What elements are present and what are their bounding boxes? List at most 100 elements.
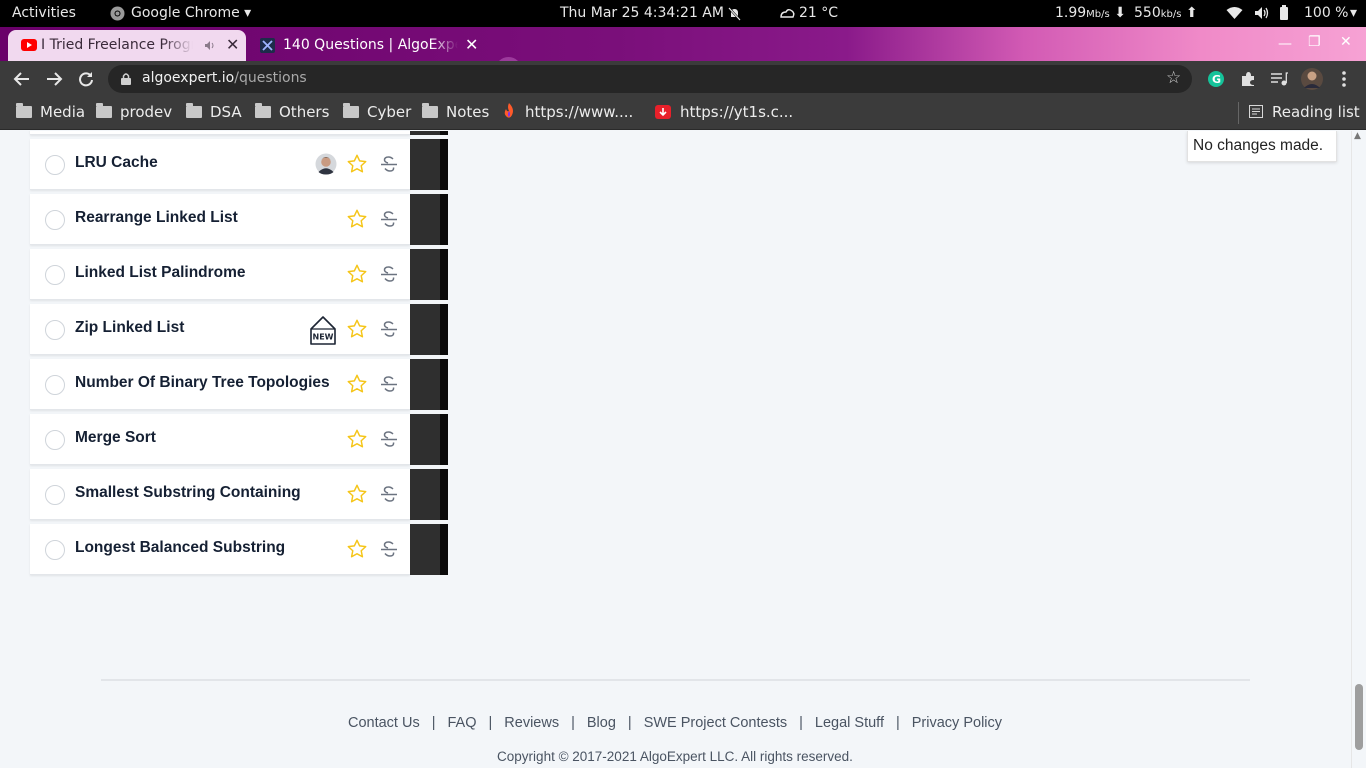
question-row[interactable]: Rearrange Linked List (30, 194, 448, 245)
tab-youtube[interactable]: I Tried Freelance Programming ✕ (8, 30, 246, 61)
question-title[interactable]: Rearrange Linked List (75, 209, 238, 227)
star-icon[interactable] (346, 263, 368, 289)
question-title[interactable]: Smallest Substring Containing (75, 484, 301, 502)
question-title[interactable]: Longest Balanced Substring (75, 539, 285, 557)
question-title[interactable]: Merge Sort (75, 429, 156, 447)
system-menu-icon[interactable]: ▾ (1350, 5, 1357, 21)
completion-checkbox[interactable] (45, 375, 65, 395)
strikethrough-icon[interactable] (380, 540, 398, 562)
strikethrough-icon[interactable] (380, 485, 398, 507)
footer-link-legal-stuff[interactable]: Legal Stuff (815, 715, 884, 731)
footer-link-privacy-policy[interactable]: Privacy Policy (912, 715, 1002, 731)
star-icon[interactable] (346, 428, 368, 454)
algoexpert-icon (260, 38, 275, 53)
question-row[interactable]: Longest Balanced Substring (30, 524, 448, 575)
maximize-window-icon[interactable]: ❐ (1308, 34, 1321, 50)
completion-checkbox[interactable] (45, 210, 65, 230)
address-bar[interactable]: algoexpert.io/questions ☆ (108, 65, 1192, 93)
bookmark-folder-media[interactable]: Media (16, 103, 85, 121)
question-title[interactable]: LRU Cache (75, 154, 158, 172)
footer-link-reviews[interactable]: Reviews (504, 715, 559, 731)
question-row[interactable]: Smallest Substring Containing (30, 469, 448, 520)
question-row[interactable]: Linked List Palindrome (30, 249, 448, 300)
close-tab-icon[interactable]: ✕ (465, 35, 478, 54)
question-title[interactable]: Zip Linked List (75, 319, 184, 337)
question-row[interactable]: Merge Sort (30, 414, 448, 465)
scrollbar-thumb[interactable] (1355, 684, 1363, 750)
question-row[interactable]: Zip Linked List NEW (30, 304, 448, 355)
footer-link-contact-us[interactable]: Contact Us (348, 715, 420, 731)
bookmark-label: https://yt1s.c... (680, 103, 794, 121)
completion-checkbox[interactable] (45, 540, 65, 560)
copyright-text: Copyright © 2017-2021 AlgoExpert LLC. Al… (497, 749, 853, 764)
question-card[interactable] (30, 131, 410, 135)
completion-checkbox[interactable] (45, 320, 65, 340)
question-card[interactable]: Linked List Palindrome (30, 249, 410, 300)
back-icon[interactable] (13, 71, 31, 87)
strikethrough-icon[interactable] (380, 320, 398, 342)
question-card[interactable]: Smallest Substring Containing (30, 469, 410, 520)
tab-algoexpert[interactable]: 140 Questions | AlgoExpert ✕ (250, 30, 486, 61)
reading-list-button[interactable]: Reading list (1249, 103, 1360, 121)
star-icon[interactable] (346, 153, 368, 179)
minimize-window-icon[interactable]: — (1278, 36, 1292, 52)
profile-avatar[interactable] (1301, 68, 1323, 90)
bookmark-folder-dsa[interactable]: DSA (186, 103, 242, 121)
question-card[interactable]: LRU Cache (30, 139, 410, 190)
question-row[interactable] (30, 131, 448, 135)
bookmark-link-www[interactable]: https://www.... (503, 103, 633, 121)
question-card[interactable]: Longest Balanced Substring (30, 524, 410, 575)
question-card[interactable]: Rearrange Linked List (30, 194, 410, 245)
strikethrough-icon[interactable] (380, 375, 398, 397)
app-menu[interactable]: Google Chrome ▾ (131, 5, 251, 21)
footer-link-blog[interactable]: Blog (587, 715, 616, 731)
star-icon[interactable] (346, 208, 368, 234)
completion-checkbox[interactable] (45, 485, 65, 505)
bookmark-folder-prodev[interactable]: prodev (96, 103, 172, 121)
footer-divider (101, 679, 1250, 681)
question-row[interactable]: LRU Cache (30, 139, 448, 190)
close-window-icon[interactable]: ✕ (1340, 34, 1352, 50)
question-row[interactable]: Number Of Binary Tree Topologies (30, 359, 448, 410)
strikethrough-icon[interactable] (380, 430, 398, 452)
footer-link-faq[interactable]: FAQ (448, 715, 477, 731)
battery-icon[interactable] (1279, 5, 1289, 21)
audio-playing-icon[interactable] (204, 40, 217, 51)
reload-icon[interactable] (78, 71, 94, 87)
media-controls-icon[interactable] (1271, 72, 1288, 86)
clock[interactable]: Thu Mar 25 4:34:21 AM (560, 5, 724, 21)
close-tab-icon[interactable]: ✕ (226, 35, 239, 54)
star-icon[interactable] (346, 318, 368, 344)
volume-icon[interactable] (1254, 6, 1270, 20)
completion-checkbox[interactable] (45, 265, 65, 285)
wifi-icon[interactable] (1226, 6, 1243, 20)
completion-checkbox[interactable] (45, 430, 65, 450)
question-title[interactable]: Number Of Binary Tree Topologies (75, 374, 330, 392)
strikethrough-icon[interactable] (380, 210, 398, 232)
bookmark-star-icon[interactable]: ☆ (1166, 68, 1181, 88)
bookmark-folder-cyber[interactable]: Cyber (343, 103, 411, 121)
question-card[interactable]: Zip Linked List NEW (30, 304, 410, 355)
star-icon[interactable] (346, 373, 368, 399)
browser-toolbar: algoexpert.io/questions ☆ G (0, 61, 1366, 97)
question-card[interactable]: Number Of Binary Tree Topologies (30, 359, 410, 410)
bookmark-link-yt1s[interactable]: https://yt1s.c... (655, 103, 793, 121)
activities-button[interactable]: Activities (12, 5, 76, 21)
bookmark-folder-notes[interactable]: Notes (422, 103, 489, 121)
bookmark-folder-others[interactable]: Others (255, 103, 329, 121)
page-scrollbar[interactable]: ▲ (1351, 131, 1366, 768)
forward-icon[interactable] (45, 71, 63, 87)
star-icon[interactable] (346, 538, 368, 564)
scroll-up-arrow-icon[interactable]: ▲ (1354, 131, 1361, 141)
star-icon[interactable] (346, 483, 368, 509)
question-card[interactable]: Merge Sort (30, 414, 410, 465)
grammarly-icon[interactable]: G (1208, 71, 1224, 87)
footer-link-swe-project-contests[interactable]: SWE Project Contests (644, 715, 787, 731)
extensions-icon[interactable] (1240, 71, 1256, 87)
lock-icon[interactable] (121, 73, 131, 85)
strikethrough-icon[interactable] (380, 155, 398, 177)
question-title[interactable]: Linked List Palindrome (75, 264, 246, 282)
strikethrough-icon[interactable] (380, 265, 398, 287)
completion-checkbox[interactable] (45, 155, 65, 175)
chrome-menu-icon[interactable] (1342, 71, 1346, 87)
